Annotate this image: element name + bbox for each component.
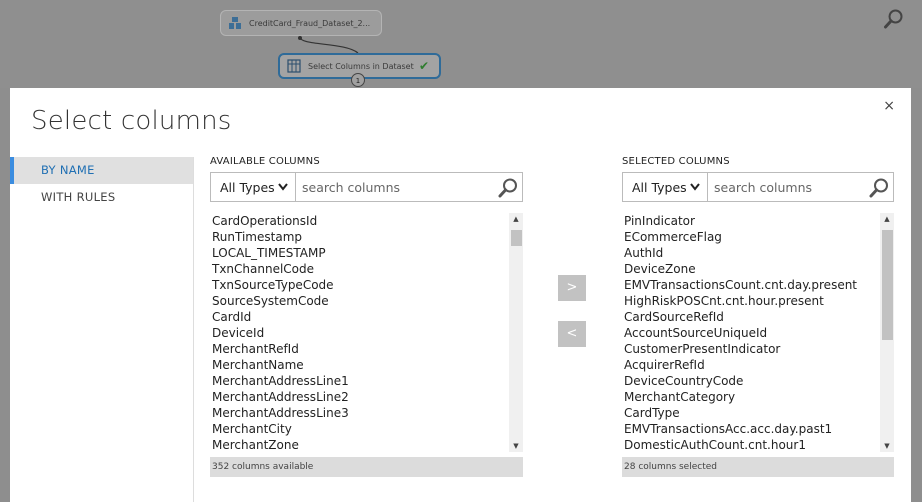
dialog-title: Select columns (31, 106, 232, 136)
remove-columns-button[interactable]: < (558, 321, 586, 347)
experiment-canvas: CreditCard_Fraud_Dataset_2... Select Col… (0, 0, 922, 88)
list-item[interactable]: MerchantName (210, 357, 523, 373)
list-item[interactable]: MerchantCategory (622, 389, 894, 405)
mode-sidebar: BY NAME WITH RULES (10, 157, 194, 502)
selected-type-select-value: All Types (632, 179, 687, 195)
list-item[interactable]: PinIndicator (622, 213, 894, 229)
list-item[interactable]: TxnChannelCode (210, 261, 523, 277)
search-icon[interactable] (868, 177, 890, 203)
list-item[interactable]: AccountSourceUniqueId (622, 325, 894, 341)
list-item[interactable]: LOCAL_TIMESTAMP (210, 245, 523, 261)
chevron-down-icon (277, 180, 289, 197)
dataset-node[interactable]: CreditCard_Fraud_Dataset_2... (220, 10, 382, 36)
list-item[interactable]: CardSourceRefId (622, 309, 894, 325)
output-port[interactable]: 1 (351, 73, 365, 87)
list-item[interactable]: ECommerceFlag (622, 229, 894, 245)
list-item[interactable]: EMVTransactionsCount.cnt.day.present (622, 277, 894, 293)
list-item[interactable]: DomesticAuthCount.cnt.hour1 (622, 437, 894, 452)
selected-scroll-thumb[interactable] (882, 230, 893, 340)
list-item[interactable]: AuthId (622, 245, 894, 261)
list-item[interactable]: DeviceZone (622, 261, 894, 277)
selected-search-box (708, 172, 894, 202)
sidebar-item-by-name[interactable]: BY NAME (10, 157, 193, 184)
list-item[interactable]: SourceSystemCode (210, 293, 523, 309)
list-item[interactable]: CardType (622, 405, 894, 421)
list-item[interactable]: MerchantAddressLine3 (210, 405, 523, 421)
list-item[interactable]: MerchantCity (210, 421, 523, 437)
selected-search-input[interactable] (708, 178, 893, 196)
list-item[interactable]: EMVTransactionsAcc.acc.day.past1 (622, 421, 894, 437)
selected-columns-panel: SELECTED COLUMNS All Types PinIndicator (622, 156, 894, 477)
search-icon[interactable] (497, 177, 519, 203)
available-search-box (296, 172, 523, 202)
select-columns-icon (286, 58, 302, 74)
selected-count: 28 columns selected (622, 457, 894, 477)
checkmark-icon: ✔ (418, 59, 429, 73)
scroll-down-icon[interactable]: ▼ (880, 440, 894, 452)
available-columns-list[interactable]: CardOperationsId RunTimestamp LOCAL_TIMEST… (210, 213, 523, 452)
dataset-icon (227, 15, 243, 31)
add-columns-button[interactable]: > (558, 275, 586, 301)
available-type-select-value: All Types (220, 179, 275, 195)
list-item[interactable]: MerchantRefId (210, 341, 523, 357)
sidebar-item-with-rules[interactable]: WITH RULES (10, 184, 193, 211)
list-item[interactable]: MerchantAddressLine2 (210, 389, 523, 405)
available-columns-panel: AVAILABLE COLUMNS All Types CardOperati (210, 156, 523, 477)
list-item[interactable]: DeviceId (210, 325, 523, 341)
available-scroll-thumb[interactable] (511, 230, 522, 246)
scroll-down-icon[interactable]: ▼ (509, 440, 523, 452)
connector-line (298, 36, 359, 54)
dataset-node-label: CreditCard_Fraud_Dataset_2... (249, 18, 371, 28)
available-count: 352 columns available (210, 457, 523, 477)
selected-columns-header: SELECTED COLUMNS (622, 156, 730, 167)
selected-columns-list[interactable]: PinIndicator ECommerceFlag AuthId DeviceZon… (622, 213, 894, 452)
select-columns-dialog: Select columns × BY NAME WITH RULES AVAI… (10, 88, 911, 502)
selected-scrollbar[interactable]: ▲ ▼ (880, 213, 894, 452)
chevron-down-icon (689, 180, 701, 197)
available-columns-header: AVAILABLE COLUMNS (210, 156, 320, 167)
canvas-search-icon[interactable] (883, 8, 905, 34)
available-search-input[interactable] (296, 178, 522, 196)
list-item[interactable]: TxnSourceTypeCode (210, 277, 523, 293)
list-item[interactable]: CustomerPresentIndicator (622, 341, 894, 357)
list-item[interactable]: MerchantAddressLine1 (210, 373, 523, 389)
list-item[interactable]: CardId (210, 309, 523, 325)
list-item[interactable]: MerchantZone (210, 437, 523, 452)
list-item[interactable]: RunTimestamp (210, 229, 523, 245)
available-scrollbar[interactable]: ▲ ▼ (509, 213, 523, 452)
select-columns-node-label: Select Columns in Dataset (308, 61, 414, 71)
scroll-up-icon[interactable]: ▲ (880, 213, 894, 225)
list-item[interactable]: DeviceCountryCode (622, 373, 894, 389)
selected-type-select[interactable]: All Types (622, 172, 708, 202)
available-type-select[interactable]: All Types (210, 172, 296, 202)
list-item[interactable]: HighRiskPOSCnt.cnt.hour.present (622, 293, 894, 309)
scroll-up-icon[interactable]: ▲ (509, 213, 523, 225)
list-item[interactable]: AcquirerRefId (622, 357, 894, 373)
list-item[interactable]: CardOperationsId (210, 213, 523, 229)
close-button[interactable]: × (883, 98, 895, 114)
